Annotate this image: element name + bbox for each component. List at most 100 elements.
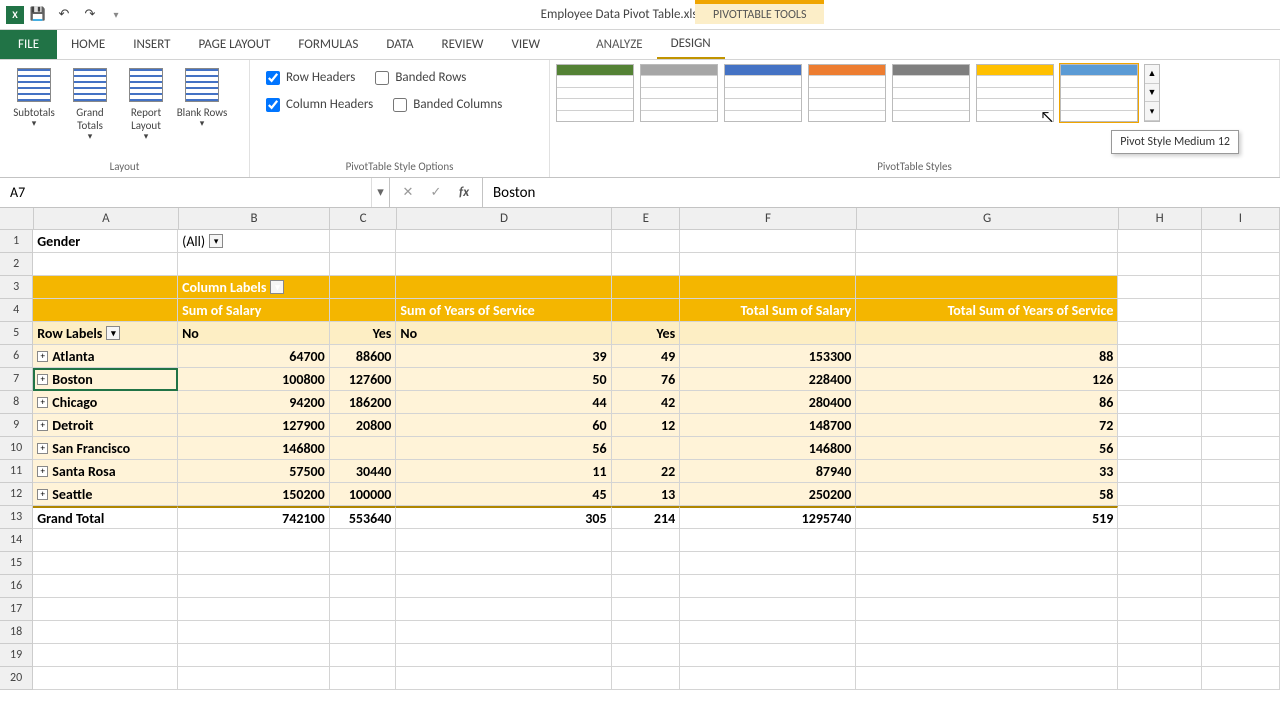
cell[interactable]	[680, 276, 856, 299]
row-headers-checkbox[interactable]: Row Headers	[256, 64, 365, 91]
expand-icon[interactable]: +	[37, 443, 48, 454]
cell[interactable]	[330, 253, 397, 276]
qat-customize-icon[interactable]: ▾	[104, 3, 128, 27]
cell[interactable]	[1202, 437, 1280, 460]
cell[interactable]: 127900	[178, 414, 330, 437]
cell[interactable]: 49	[612, 345, 681, 368]
blank-rows-button[interactable]: Blank Rows▾	[174, 64, 230, 134]
cell[interactable]: +Detroit	[33, 414, 178, 437]
cell[interactable]	[680, 621, 856, 644]
cell[interactable]: 146800	[178, 437, 330, 460]
cell[interactable]	[178, 529, 330, 552]
cell[interactable]	[1202, 391, 1280, 414]
cell[interactable]: Total Sum of Years of Service	[856, 299, 1118, 322]
select-all-cell[interactable]	[0, 208, 34, 230]
cell[interactable]: 127600	[330, 368, 397, 391]
cell[interactable]	[396, 230, 611, 253]
row-header-14[interactable]: 14	[0, 529, 33, 552]
formula-input[interactable]	[483, 178, 1280, 207]
redo-icon[interactable]: ↷	[78, 3, 102, 27]
cell[interactable]: 76	[612, 368, 681, 391]
col-header-H[interactable]: H	[1119, 208, 1202, 230]
cell[interactable]: 42	[612, 391, 681, 414]
cell[interactable]: Sum of Salary	[178, 299, 330, 322]
row-header-6[interactable]: 6	[0, 345, 33, 368]
row-header-11[interactable]: 11	[0, 460, 33, 483]
row-header-15[interactable]: 15	[0, 552, 33, 575]
cell[interactable]	[1118, 460, 1201, 483]
cell[interactable]: 57500	[178, 460, 330, 483]
filter-dropdown-icon[interactable]: ▾	[209, 234, 223, 248]
row-header-20[interactable]: 20	[0, 667, 33, 690]
cell[interactable]	[178, 667, 330, 690]
cell[interactable]: (All)▾	[178, 230, 330, 253]
cell[interactable]	[330, 575, 397, 598]
cell[interactable]	[330, 529, 397, 552]
cell[interactable]	[1118, 621, 1201, 644]
cell[interactable]	[330, 276, 397, 299]
cell[interactable]	[1202, 322, 1280, 345]
column-labels-dropdown-icon[interactable]: ▾	[270, 280, 284, 294]
row-header-19[interactable]: 19	[0, 644, 33, 667]
cell[interactable]	[612, 253, 681, 276]
fx-icon[interactable]: fx	[452, 181, 476, 205]
cell[interactable]	[1118, 253, 1201, 276]
tab-formulas[interactable]: FORMULAS	[284, 30, 372, 59]
cell[interactable]	[396, 644, 611, 667]
expand-icon[interactable]: +	[37, 489, 48, 500]
cell[interactable]	[1118, 529, 1201, 552]
cell[interactable]: 44	[396, 391, 611, 414]
expand-icon[interactable]: +	[37, 466, 48, 477]
cell[interactable]: 228400	[680, 368, 856, 391]
cell[interactable]	[680, 598, 856, 621]
col-header-E[interactable]: E	[612, 208, 680, 230]
cell[interactable]: 100000	[330, 483, 397, 506]
cell[interactable]	[178, 253, 330, 276]
cell[interactable]	[612, 598, 681, 621]
cell[interactable]	[680, 230, 856, 253]
cell[interactable]: +Seattle	[33, 483, 178, 506]
row-header-16[interactable]: 16	[0, 575, 33, 598]
gallery-up-icon[interactable]: ▲	[1145, 65, 1159, 84]
cell[interactable]: 39	[396, 345, 611, 368]
cell[interactable]	[178, 598, 330, 621]
row-header-5[interactable]: 5	[0, 322, 33, 345]
enter-icon[interactable]: ✓	[424, 181, 448, 205]
tab-analyze[interactable]: ANALYZE	[582, 30, 657, 59]
cell[interactable]: 519	[856, 506, 1118, 529]
cell[interactable]: 20800	[330, 414, 397, 437]
col-header-I[interactable]: I	[1202, 208, 1280, 230]
row-header-2[interactable]: 2	[0, 253, 33, 276]
cell[interactable]: +Boston	[33, 368, 178, 391]
cell[interactable]: 150200	[178, 483, 330, 506]
cell[interactable]	[33, 299, 178, 322]
cell[interactable]	[1118, 598, 1201, 621]
cell[interactable]: 22	[612, 460, 681, 483]
cell[interactable]: 1295740	[680, 506, 856, 529]
cell[interactable]: 280400	[680, 391, 856, 414]
cell[interactable]: 13	[612, 483, 681, 506]
cell[interactable]	[856, 621, 1118, 644]
cell[interactable]: 11	[396, 460, 611, 483]
cell[interactable]: 250200	[680, 483, 856, 506]
cell[interactable]: 88600	[330, 345, 397, 368]
cell[interactable]	[396, 598, 611, 621]
name-box-dropdown-icon[interactable]: ▾	[371, 178, 389, 207]
style-thumb-0[interactable]	[556, 64, 634, 122]
expand-icon[interactable]: +	[37, 397, 48, 408]
cell[interactable]	[178, 552, 330, 575]
cell[interactable]	[330, 230, 397, 253]
cell[interactable]: 153300	[680, 345, 856, 368]
cell[interactable]	[330, 598, 397, 621]
cell[interactable]	[330, 667, 397, 690]
cell[interactable]: 60	[396, 414, 611, 437]
style-thumb-4[interactable]	[892, 64, 970, 122]
row-header-8[interactable]: 8	[0, 391, 33, 414]
cell[interactable]	[330, 644, 397, 667]
cell[interactable]	[1118, 276, 1201, 299]
col-header-G[interactable]: G	[857, 208, 1119, 230]
cell[interactable]	[612, 299, 681, 322]
cell[interactable]	[1202, 529, 1280, 552]
cell[interactable]	[1118, 230, 1201, 253]
row-header-13[interactable]: 13	[0, 506, 33, 529]
